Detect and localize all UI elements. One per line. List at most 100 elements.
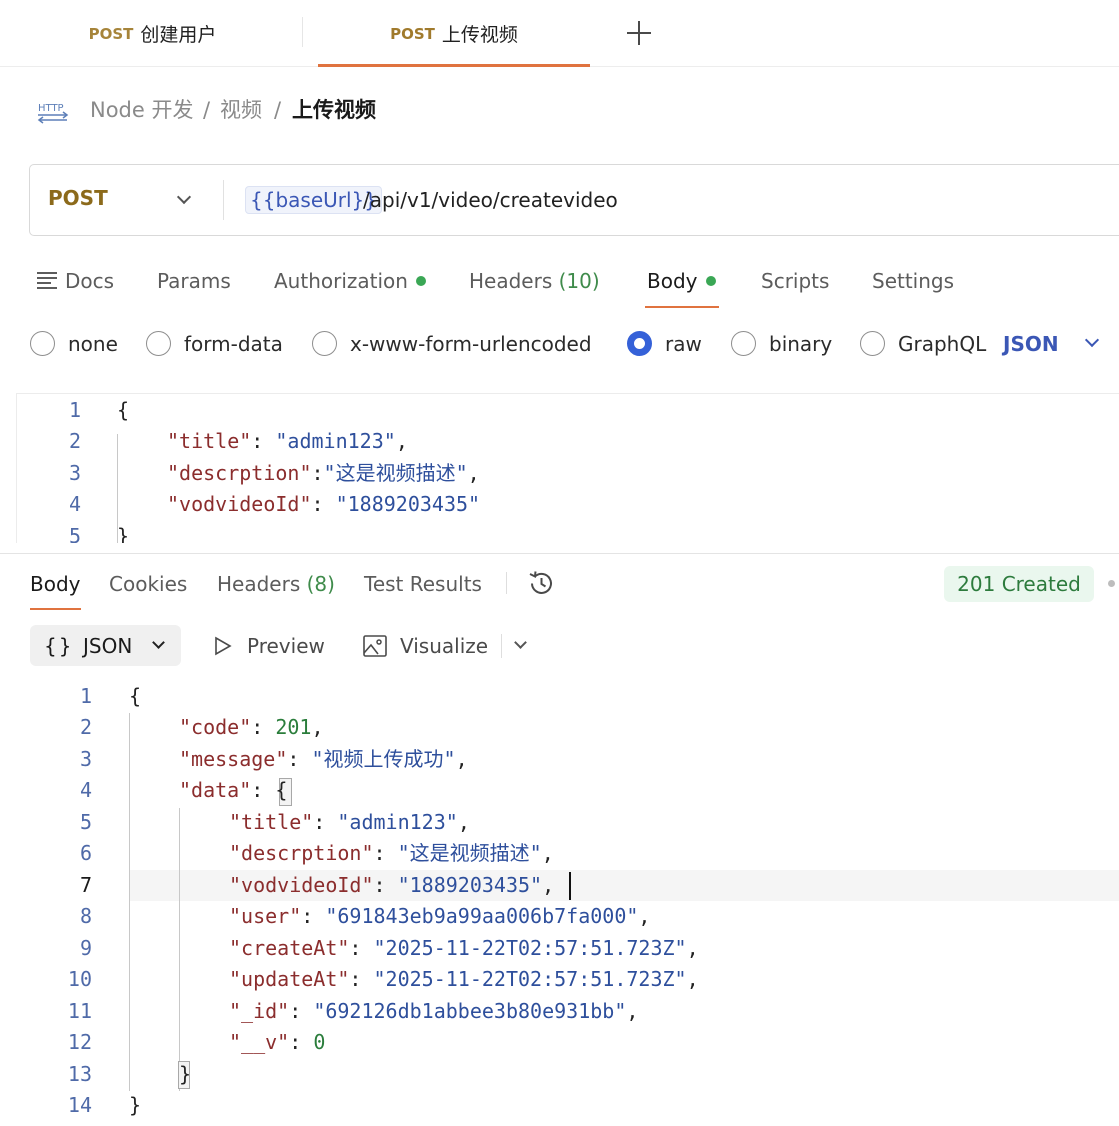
toolbar-separator xyxy=(501,634,502,658)
code-line: } xyxy=(179,1062,192,1086)
tab-scripts[interactable]: Scripts xyxy=(761,268,829,294)
code-line: } xyxy=(129,1093,142,1117)
url-input[interactable]: /api/v1/video/createvideo xyxy=(363,186,618,214)
breadcrumb-collection[interactable]: Node 开发 xyxy=(90,96,193,124)
active-tab-underline xyxy=(318,64,590,67)
json-end: , xyxy=(395,429,408,453)
code-line: } xyxy=(117,524,130,543)
more-dot[interactable] xyxy=(1108,580,1115,587)
line-number: 8 xyxy=(79,904,92,928)
code-line: "title": "admin123", xyxy=(167,426,408,458)
visualize-button[interactable]: Visualize xyxy=(400,632,488,660)
radio-none[interactable] xyxy=(30,331,55,356)
chevron-down-icon[interactable] xyxy=(514,636,527,649)
tab-label: Headers xyxy=(469,269,553,293)
line-number: 3 xyxy=(68,461,81,485)
http-icon: HTTP xyxy=(37,103,69,124)
line-number: 5 xyxy=(68,524,81,543)
play-icon xyxy=(215,636,232,656)
base-url-variable[interactable]: {{baseUrl}} xyxy=(245,186,382,214)
radio-urlencoded[interactable] xyxy=(312,331,337,356)
json-sep: : xyxy=(311,492,336,516)
line-number: 2 xyxy=(79,715,92,739)
response-tab-body[interactable]: Body xyxy=(30,571,81,597)
tab-headers[interactable]: Headers (10) xyxy=(469,268,600,294)
tab-settings[interactable]: Settings xyxy=(872,268,954,294)
chevron-down-icon[interactable] xyxy=(1084,332,1100,348)
code-line: { xyxy=(129,684,142,708)
radio-label: none xyxy=(68,332,118,356)
line-number: 11 xyxy=(67,999,92,1023)
line-number: 1 xyxy=(68,398,81,422)
radio-binary[interactable] xyxy=(731,331,756,356)
json-end: , xyxy=(467,461,480,485)
tab-authorization[interactable]: Authorization xyxy=(274,268,426,294)
active-response-tab-underline xyxy=(30,608,81,610)
tab-method: POST xyxy=(390,24,435,43)
breadcrumb-request-name[interactable]: 上传视频 xyxy=(292,96,376,124)
line-number: 13 xyxy=(67,1062,92,1086)
tab-label: 创建用户 xyxy=(140,24,217,46)
json-sep: : xyxy=(311,461,324,485)
history-icon[interactable] xyxy=(527,569,556,598)
line-number: 1 xyxy=(79,684,92,708)
tab-create-user[interactable]: POST 创建用户 xyxy=(30,0,275,67)
tab-method: POST xyxy=(88,24,134,43)
tab-params[interactable]: Params xyxy=(157,268,231,294)
svg-text:HTTP: HTTP xyxy=(38,103,64,114)
line-number: 4 xyxy=(79,778,92,802)
code-line: "descrption":"这是视频描述", xyxy=(167,458,480,490)
breadcrumb-separator: / xyxy=(203,98,211,122)
code-line: "code": 201, xyxy=(179,715,324,739)
status-badge: 201 Created xyxy=(944,566,1094,602)
tab-label: Headers xyxy=(217,572,301,596)
pane-divider[interactable] xyxy=(0,553,1119,554)
line-number: 2 xyxy=(68,429,81,453)
toolbar-separator xyxy=(506,572,507,594)
tab-docs[interactable]: Docs xyxy=(65,268,114,294)
tab-upload-video[interactable]: POST 上传视频 xyxy=(318,0,590,67)
line-number: 6 xyxy=(79,841,92,865)
code-line: "descrption": "这是视频描述", xyxy=(229,841,554,865)
request-body-editor[interactable]: 1 { 2 "title": "admin123", 3 "descrption… xyxy=(16,393,1119,543)
radio-label: x-www-form-urlencoded xyxy=(350,332,592,356)
tab-label: 上传视频 xyxy=(441,24,518,46)
headers-count: (10) xyxy=(558,269,600,293)
radio-raw[interactable] xyxy=(627,331,652,356)
code-line: { xyxy=(117,398,130,422)
tab-label: Authorization xyxy=(274,269,408,293)
status-dot xyxy=(415,275,426,286)
response-tab-test-results[interactable]: Test Results xyxy=(364,571,482,597)
line-number: 4 xyxy=(68,492,81,516)
radio-label: raw xyxy=(665,332,702,356)
breadcrumb-separator: / xyxy=(274,98,282,122)
response-tab-headers[interactable]: Headers (8) xyxy=(217,571,335,597)
format-label: JSON xyxy=(83,634,133,658)
indent-guide xyxy=(179,808,180,1091)
code-line: "data": { xyxy=(179,778,288,802)
line-number: 3 xyxy=(79,747,92,771)
raw-format-select[interactable]: JSON xyxy=(1003,330,1059,358)
status-dot xyxy=(705,275,716,286)
json-key: "title" xyxy=(167,429,252,453)
line-number: 5 xyxy=(79,810,92,834)
braces-icon: {} xyxy=(44,634,74,658)
preview-button[interactable]: Preview xyxy=(247,632,325,660)
code-line: "__v": 0 xyxy=(229,1030,326,1054)
code-line: "message": "视频上传成功", xyxy=(179,747,468,771)
radio-form-data[interactable] xyxy=(146,331,171,356)
new-tab-plus-icon[interactable] xyxy=(626,20,652,46)
json-value: "admin123" xyxy=(275,429,396,453)
code-line: "user": "691843eb9a99aa006b7fa000", xyxy=(229,904,651,928)
code-line: "title": "admin123", xyxy=(229,810,470,834)
radio-graphql[interactable] xyxy=(860,331,885,356)
tab-body[interactable]: Body xyxy=(647,268,716,294)
image-icon xyxy=(363,635,387,657)
code-line: "updateAt": "2025-11-22T02:57:51.723Z", xyxy=(229,967,699,991)
code-line: "_id": "692126db1abbee3b80e931bb", xyxy=(229,999,639,1023)
json-value: "这是视频描述" xyxy=(323,461,468,485)
breadcrumb-folder[interactable]: 视频 xyxy=(220,96,262,124)
radio-label: binary xyxy=(769,332,833,356)
method-select[interactable]: POST xyxy=(48,186,108,210)
response-tab-cookies[interactable]: Cookies xyxy=(109,571,187,597)
